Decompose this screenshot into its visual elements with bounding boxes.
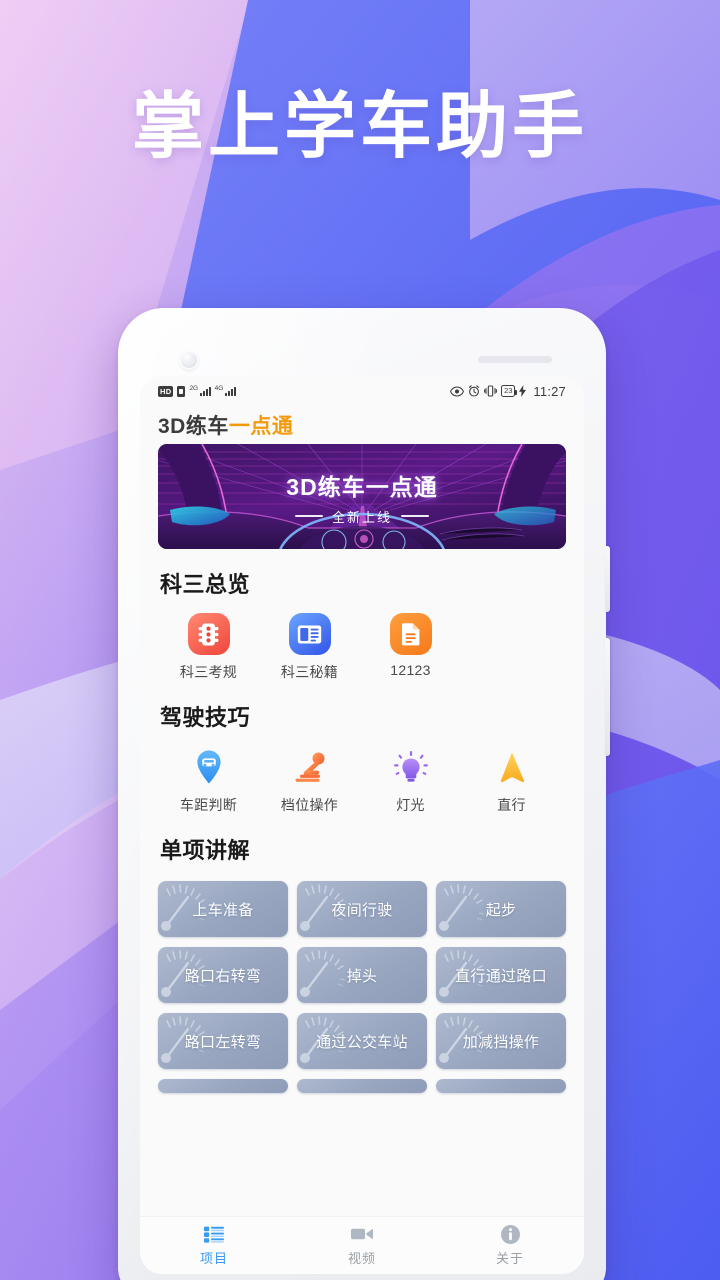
- lesson-card-partial[interactable]: [436, 1079, 566, 1093]
- volume-button[interactable]: [605, 546, 610, 612]
- bolt-icon: [519, 385, 527, 397]
- net2-label: 4G: [214, 385, 224, 392]
- app-logo-part2: 一点通: [228, 415, 294, 438]
- lesson-card-grid: 上车准备 夜间行驶 起步 路口右转弯 掉头 直行通过路口 路口左转弯 通过公交车…: [158, 881, 566, 1093]
- lesson-card-label: 通过公交车站: [316, 1033, 408, 1051]
- lesson-card[interactable]: 上车准备: [158, 881, 288, 937]
- tab-label: 关于: [495, 1251, 524, 1266]
- lesson-card-partial[interactable]: [158, 1079, 288, 1093]
- tab-label: 项目: [199, 1251, 228, 1266]
- signal-4g: 4G: [214, 385, 236, 396]
- lesson-card[interactable]: 直行通过路口: [436, 947, 566, 1003]
- lesson-card[interactable]: 通过公交车站: [297, 1013, 427, 1069]
- lesson-card[interactable]: 路口右转弯: [158, 947, 288, 1003]
- bottom-tab-bar: 项目 视频 关于: [140, 1216, 584, 1274]
- lesson-card-label: 路口右转弯: [184, 967, 262, 985]
- app-header: 3D练车一点通: [140, 406, 584, 444]
- vibrate-icon: [484, 385, 498, 397]
- grid-item-gear-operation[interactable]: 档位操作: [259, 746, 360, 815]
- lesson-card[interactable]: 起步: [436, 881, 566, 937]
- grid-item-label: 直行: [497, 797, 526, 813]
- battery-indicator: 23: [501, 385, 518, 397]
- poster-headline: 掌上学车助手: [131, 87, 588, 167]
- lesson-card-label: 上车准备: [192, 901, 254, 919]
- grid-item-12123[interactable]: 12123: [360, 613, 461, 682]
- grid-item-label: 科三考规: [179, 664, 238, 680]
- grid-item-label: 灯光: [396, 797, 425, 813]
- banner-title: 3D练车一点通: [286, 473, 438, 500]
- banner-subtitle: 全新上线: [331, 509, 392, 525]
- earpiece-speaker: [478, 356, 552, 363]
- grid-item-label: 12123: [390, 662, 431, 678]
- alarm-icon: [468, 385, 480, 397]
- grid-item-go-straight[interactable]: 直行: [461, 746, 562, 815]
- tab-about[interactable]: 关于: [436, 1224, 584, 1267]
- list-icon: [203, 1224, 225, 1244]
- book-icon: [288, 613, 331, 655]
- lesson-card-partial[interactable]: [297, 1079, 427, 1093]
- lightbulb-icon: [390, 746, 432, 788]
- app-logo-part1: 3D练车: [158, 415, 229, 438]
- grid-item-lights[interactable]: 灯光: [360, 746, 461, 815]
- dash-left: [294, 514, 323, 518]
- info-circle-icon: [499, 1224, 521, 1244]
- sim-icon: [177, 385, 186, 397]
- tab-projects[interactable]: 项目: [140, 1224, 288, 1267]
- grid-item-exam-tips[interactable]: 科三秘籍: [259, 613, 360, 682]
- skills-icon-row: 车距判断 档位操作 灯光 直行: [158, 732, 566, 815]
- phone-mockup: HD 2G 4G 23 11:27 3D练车一点通 3D练车一点通 全新上线 科…: [118, 308, 610, 1280]
- lesson-card[interactable]: 路口左转弯: [158, 1013, 288, 1069]
- lesson-card-label: 掉头: [346, 967, 378, 985]
- grid-item-label: 档位操作: [280, 797, 339, 813]
- phone-screen: HD 2G 4G 23 11:27 3D练车一点通 3D练车一点通 全新上线 科…: [140, 376, 584, 1274]
- lesson-card[interactable]: 夜间行驶: [297, 881, 427, 937]
- document-icon: [389, 613, 432, 655]
- app-content: 3D练车一点通 全新上线 科三总览 科三考规 科三秘籍 12123 驾驶技巧 车…: [140, 444, 584, 1216]
- straight-arrow-icon: [491, 746, 533, 788]
- lesson-card-label: 加减挡操作: [462, 1033, 540, 1051]
- dash-right: [401, 514, 429, 518]
- section-title-overview: 科三总览: [160, 572, 251, 597]
- front-camera-icon: [179, 350, 199, 370]
- tab-videos[interactable]: 视频: [288, 1224, 436, 1267]
- banner-subtitle-row: 全新上线: [294, 507, 429, 526]
- video-camera-icon: [351, 1224, 373, 1244]
- lesson-card[interactable]: 加减挡操作: [436, 1013, 566, 1069]
- hd-badge: HD: [158, 385, 174, 397]
- grid-item-label: 车距判断: [179, 797, 238, 813]
- grid-item-distance-judge[interactable]: 车距判断: [158, 746, 259, 815]
- lesson-card[interactable]: 掉头: [297, 947, 427, 1003]
- eye-icon: [450, 385, 465, 397]
- battery-level: 23: [504, 386, 513, 395]
- signal-2g: 2G: [189, 385, 211, 396]
- lesson-card-label: 直行通过路口: [455, 967, 547, 985]
- gear-shift-icon: [289, 746, 331, 788]
- grid-item-exam-rules[interactable]: 科三考规: [158, 613, 259, 682]
- lesson-card-label: 路口左转弯: [184, 1033, 262, 1051]
- overview-icon-row: 科三考规 科三秘籍 12123: [158, 599, 566, 682]
- lesson-card-label: 起步: [485, 901, 517, 919]
- lesson-card-label: 夜间行驶: [331, 901, 393, 919]
- status-time: 11:27: [533, 383, 566, 399]
- section-title-skills: 驾驶技巧: [160, 705, 251, 730]
- net1-label: 2G: [189, 385, 199, 392]
- promo-banner[interactable]: 3D练车一点通 全新上线: [158, 444, 566, 549]
- status-bar: HD 2G 4G 23 11:27: [140, 376, 584, 406]
- app-logo: 3D练车一点通: [158, 410, 293, 440]
- car-pin-icon: [188, 746, 230, 788]
- banner-text-block: 3D练车一点通 全新上线: [158, 444, 566, 549]
- tab-label: 视频: [347, 1251, 376, 1266]
- traffic-light-icon: [187, 613, 230, 655]
- power-button[interactable]: [605, 638, 610, 756]
- section-title-lessons: 单项讲解: [160, 838, 251, 863]
- grid-item-label: 科三秘籍: [280, 664, 339, 680]
